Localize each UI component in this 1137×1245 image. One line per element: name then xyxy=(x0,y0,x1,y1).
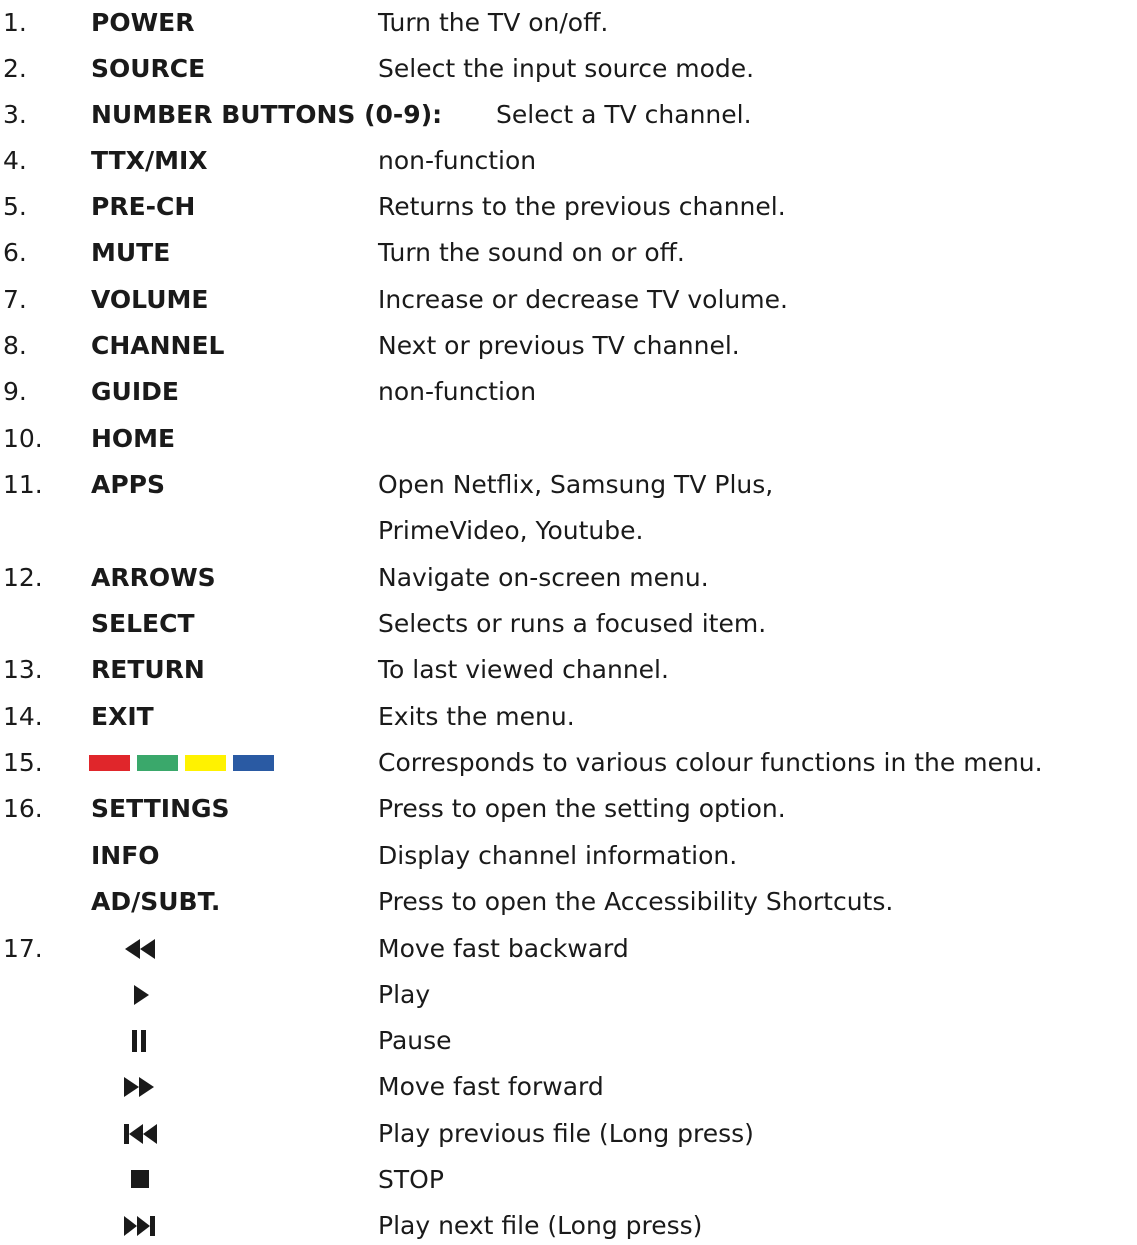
key-description: Navigate on-screen menu. xyxy=(378,563,709,592)
item-number: 17. xyxy=(3,934,43,963)
key-name: CHANNEL xyxy=(91,331,225,360)
key-description: Returns to the previous channel. xyxy=(378,192,786,221)
key-name: GUIDE xyxy=(91,377,179,406)
item-number: 2. xyxy=(3,54,27,83)
list-item-apps-continued: PrimeVideo, Youtube. xyxy=(0,512,1137,550)
key-description: Open Netflix, Samsung TV Plus, xyxy=(378,470,774,499)
key-name: RETURN xyxy=(91,655,205,684)
key-description: Increase or decrease TV volume. xyxy=(378,285,788,314)
yellow-key-swatch xyxy=(185,755,226,771)
key-description: Turn the sound on or off. xyxy=(378,238,685,267)
list-item-next: Play next file (Long press) xyxy=(0,1207,1137,1245)
key-name: VOLUME xyxy=(91,285,209,314)
key-description: Pause xyxy=(378,1026,452,1055)
key-name: SETTINGS xyxy=(91,794,230,823)
list-item-channel: 8. CHANNEL Next or previous TV channel. xyxy=(0,327,1137,365)
item-number: 10. xyxy=(3,424,43,453)
key-description: Play next file (Long press) xyxy=(378,1211,703,1240)
key-description: Press to open the Accessibility Shortcut… xyxy=(378,887,894,916)
key-name: HOME xyxy=(91,424,176,453)
item-number: 6. xyxy=(3,238,27,267)
list-item-return: 13. RETURN To last viewed channel. xyxy=(0,651,1137,689)
list-item-apps: 11. APPS Open Netflix, Samsung TV Plus, xyxy=(0,466,1137,504)
key-name: INFO xyxy=(91,841,160,870)
list-item-exit: 14. EXIT Exits the menu. xyxy=(0,698,1137,736)
list-item-settings: 16. SETTINGS Press to open the setting o… xyxy=(0,790,1137,828)
item-number: 15. xyxy=(3,748,43,777)
item-number: 14. xyxy=(3,702,43,731)
key-name: EXIT xyxy=(91,702,154,731)
item-number: 8. xyxy=(3,331,27,360)
item-number: 3. xyxy=(3,100,27,129)
key-description: Play previous file (Long press) xyxy=(378,1119,754,1148)
list-item-stop: STOP xyxy=(0,1161,1137,1199)
key-description: Play xyxy=(378,980,431,1009)
item-number: 16. xyxy=(3,794,43,823)
list-item-rewind: 17. Move fast backward xyxy=(0,930,1137,968)
list-item-volume: 7. VOLUME Increase or decrease TV volume… xyxy=(0,281,1137,319)
list-item-power: 1. POWER Turn the TV on/off. xyxy=(0,4,1137,42)
list-item-play: Play xyxy=(0,976,1137,1014)
key-description: Press to open the setting option. xyxy=(378,794,786,823)
red-key-swatch xyxy=(89,755,130,771)
key-description: non-function xyxy=(378,377,537,406)
item-number: 12. xyxy=(3,563,43,592)
key-description: STOP xyxy=(378,1165,444,1194)
fast-forward-icon xyxy=(124,1068,164,1106)
item-number: 7. xyxy=(3,285,27,314)
list-item-fast-forward: Move fast forward xyxy=(0,1068,1137,1106)
play-icon xyxy=(132,976,172,1014)
key-description: Display channel information. xyxy=(378,841,738,870)
key-description: Next or previous TV channel. xyxy=(378,331,740,360)
key-description: PrimeVideo, Youtube. xyxy=(378,516,644,545)
list-item-home: 10. HOME xyxy=(0,420,1137,458)
key-description: Selects or runs a focused item. xyxy=(378,609,767,638)
list-item-pause: Pause xyxy=(0,1022,1137,1060)
key-name: SELECT xyxy=(91,609,195,638)
blue-key-swatch xyxy=(233,755,274,771)
key-description: To last viewed channel. xyxy=(378,655,669,684)
key-name: NUMBER BUTTONS (0-9): xyxy=(91,100,443,129)
key-description: Corresponds to various colour functions … xyxy=(378,748,1043,777)
list-item-number-buttons: 3. NUMBER BUTTONS (0-9): Select a TV cha… xyxy=(0,96,1137,134)
next-icon xyxy=(124,1207,164,1245)
key-description: Move fast forward xyxy=(378,1072,604,1101)
list-item-pre-ch: 5. PRE-CH Returns to the previous channe… xyxy=(0,188,1137,226)
list-item-ttx-mix: 4. TTX/MIX non-function xyxy=(0,142,1137,180)
item-number: 4. xyxy=(3,146,27,175)
green-key-swatch xyxy=(137,755,178,771)
rewind-icon xyxy=(123,930,163,968)
item-number: 11. xyxy=(3,470,43,499)
list-item-mute: 6. MUTE Turn the sound on or off. xyxy=(0,234,1137,272)
item-number: 9. xyxy=(3,377,27,406)
key-description: non-function xyxy=(378,146,537,175)
key-description: Exits the menu. xyxy=(378,702,575,731)
list-item-info: INFO Display channel information. xyxy=(0,837,1137,875)
list-item-ad-subt: AD/SUBT. Press to open the Accessibility… xyxy=(0,883,1137,921)
key-description: Select a TV channel. xyxy=(496,100,752,129)
key-name: TTX/MIX xyxy=(91,146,208,175)
key-name: APPS xyxy=(91,470,165,499)
key-description: Turn the TV on/off. xyxy=(378,8,609,37)
list-item-select: SELECT Selects or runs a focused item. xyxy=(0,605,1137,643)
key-name: ARROWS xyxy=(91,563,216,592)
key-name: POWER xyxy=(91,8,195,37)
pause-icon xyxy=(131,1022,171,1060)
item-number: 1. xyxy=(3,8,27,37)
key-description: Select the input source mode. xyxy=(378,54,755,83)
key-name: MUTE xyxy=(91,238,171,267)
previous-icon xyxy=(124,1115,164,1153)
list-item-arrows: 12. ARROWS Navigate on-screen menu. xyxy=(0,559,1137,597)
list-item-previous: Play previous file (Long press) xyxy=(0,1115,1137,1153)
key-name: SOURCE xyxy=(91,54,206,83)
stop-icon xyxy=(131,1161,171,1199)
list-item-guide: 9. GUIDE non-function xyxy=(0,373,1137,411)
key-description: Move fast backward xyxy=(378,934,629,963)
key-name: PRE-CH xyxy=(91,192,196,221)
list-item-source: 2. SOURCE Select the input source mode. xyxy=(0,50,1137,88)
key-name: AD/SUBT. xyxy=(91,887,221,916)
item-number: 5. xyxy=(3,192,27,221)
item-number: 13. xyxy=(3,655,43,684)
list-item-colour-keys: 15. Corresponds to various colour functi… xyxy=(0,744,1137,782)
